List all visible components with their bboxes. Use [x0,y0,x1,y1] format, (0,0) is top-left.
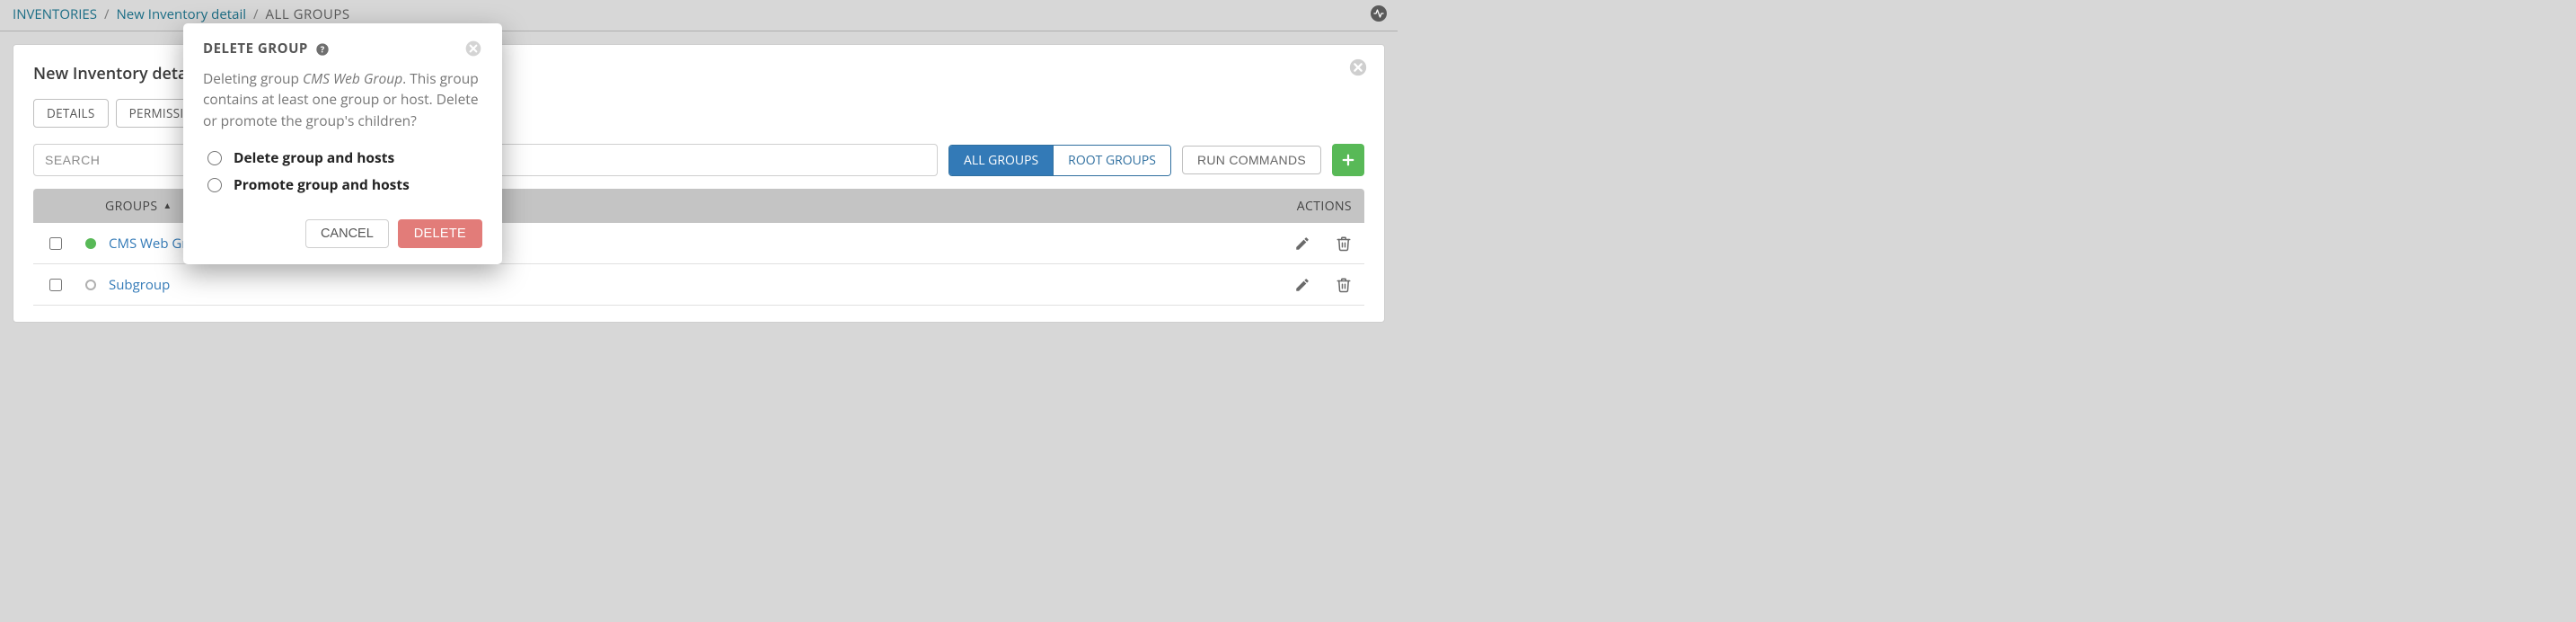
status-dot-icon [85,238,96,249]
status-dot-icon [85,280,96,290]
all-groups-button[interactable]: ALL GROUPS [949,146,1053,175]
run-commands-button[interactable]: RUN COMMANDS [1182,146,1321,174]
delete-icon[interactable] [1336,235,1352,252]
option-delete-group-and-hosts[interactable]: Delete group and hosts [203,147,482,167]
row-checkbox[interactable] [49,237,62,250]
edit-icon[interactable] [1294,235,1310,252]
dialog-title: DELETE GROUP [203,40,308,58]
table-row: Subgroup [33,264,1364,306]
breadcrumb-inventories-link[interactable]: INVENTORIES [13,5,97,23]
dialog-options: Delete group and hosts Promote group and… [203,147,482,194]
breadcrumb-current: ALL GROUPS [266,5,350,23]
close-icon[interactable] [464,40,482,58]
actions-column-header: ACTIONS [1217,198,1352,215]
group-scope-toggle: ALL GROUPS ROOT GROUPS [948,145,1171,176]
option-promote-group-and-hosts[interactable]: Promote group and hosts [203,174,482,194]
radio-delete[interactable] [207,151,222,165]
edit-icon[interactable] [1294,277,1310,293]
groups-column-label: GROUPS [105,198,157,215]
help-icon[interactable]: ? [315,41,330,56]
delete-button[interactable]: DELETE [398,219,482,248]
dialog-body-group-name: CMS Web Group [303,68,402,88]
breadcrumb-inventory-link[interactable]: New Inventory detail [117,5,247,23]
root-groups-button[interactable]: ROOT GROUPS [1053,146,1170,175]
delete-group-dialog: DELETE GROUP ? Deleting group CMS Web Gr… [183,23,502,264]
dialog-actions: CANCEL DELETE [203,219,482,248]
group-name-link[interactable]: Subgroup [109,276,170,294]
breadcrumb-separator: / [104,5,110,23]
dialog-body: Deleting group CMS Web Group. This group… [203,68,482,131]
tab-details[interactable]: DETAILS [33,99,109,128]
option-delete-label: Delete group and hosts [234,147,394,167]
dialog-body-prefix: Deleting group [203,68,303,88]
sort-caret-icon: ▲ [163,199,172,211]
delete-icon[interactable] [1336,277,1352,293]
radio-promote[interactable] [207,178,222,192]
add-button[interactable] [1332,144,1364,176]
close-icon[interactable] [1348,58,1368,77]
svg-text:?: ? [321,43,325,55]
option-promote-label: Promote group and hosts [234,174,410,194]
cancel-button[interactable]: CANCEL [305,219,389,248]
activity-stream-icon[interactable] [1371,5,1387,22]
breadcrumb-separator: / [253,5,259,23]
row-checkbox[interactable] [49,279,62,291]
